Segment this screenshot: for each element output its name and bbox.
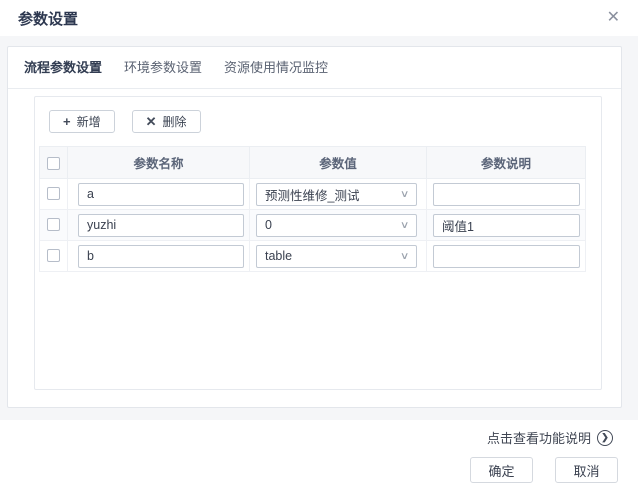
dialog-body: 流程参数设置 环境参数设置 资源使用情况监控 + 新增 ✕ 删除 xyxy=(0,36,638,420)
parameter-settings-dialog: 参数设置 ✕ 流程参数设置 环境参数设置 资源使用情况监控 + 新增 ✕ 删除 xyxy=(0,0,638,493)
column-header-value: 参数值 xyxy=(250,147,427,179)
select-all-checkbox[interactable] xyxy=(47,157,60,170)
add-button-label: 新增 xyxy=(77,113,101,130)
select-all-cell xyxy=(40,147,68,179)
param-name-input[interactable] xyxy=(78,214,244,237)
row-checkbox[interactable] xyxy=(47,218,60,231)
tab-process-params[interactable]: 流程参数设置 xyxy=(24,47,102,89)
param-name-input[interactable] xyxy=(78,183,244,206)
chevron-down-icon: ∨ xyxy=(400,251,410,262)
column-header-desc: 参数说明 xyxy=(427,147,586,179)
add-button[interactable]: + 新增 xyxy=(49,110,115,133)
tab-environment-params[interactable]: 环境参数设置 xyxy=(124,47,202,89)
dialog-header: 参数设置 ✕ xyxy=(0,0,638,36)
param-value-select[interactable]: table ∨ xyxy=(256,245,417,268)
table-toolbar: + 新增 ✕ 删除 xyxy=(49,110,586,133)
help-circle-arrow-icon: ❯ xyxy=(597,430,613,446)
plus-icon: + xyxy=(63,115,71,128)
parameters-card: + 新增 ✕ 删除 xyxy=(34,96,602,390)
row-checkbox[interactable] xyxy=(47,187,60,200)
row-checkbox[interactable] xyxy=(47,249,60,262)
dialog-footer: 点击查看功能说明 ❯ 确定 取消 xyxy=(0,420,638,493)
param-desc-input[interactable] xyxy=(433,245,580,268)
x-icon: ✕ xyxy=(146,115,157,128)
column-header-name: 参数名称 xyxy=(68,147,250,179)
chevron-down-icon: ∨ xyxy=(400,220,410,231)
help-link-label: 点击查看功能说明 xyxy=(487,428,591,447)
param-value-selected: 预测性维修_测试 xyxy=(265,185,359,204)
param-value-selected: table xyxy=(265,249,292,263)
param-value-select[interactable]: 预测性维修_测试 ∨ xyxy=(256,183,417,206)
table-header-row: 参数名称 参数值 参数说明 xyxy=(40,147,586,179)
delete-button[interactable]: ✕ 删除 xyxy=(132,110,201,133)
param-desc-input[interactable] xyxy=(433,214,580,237)
param-value-selected: 0 xyxy=(265,218,272,232)
tab-bar: 流程参数设置 环境参数设置 资源使用情况监控 xyxy=(8,47,621,89)
ok-button[interactable]: 确定 xyxy=(470,457,533,483)
table-row: 预测性维修_测试 ∨ xyxy=(40,179,586,210)
cancel-button[interactable]: 取消 xyxy=(555,457,618,483)
close-icon[interactable]: ✕ xyxy=(604,8,623,28)
chevron-down-icon: ∨ xyxy=(400,189,410,200)
table-row: 0 ∨ xyxy=(40,210,586,241)
param-name-input[interactable] xyxy=(78,245,244,268)
param-desc-input[interactable] xyxy=(433,183,580,206)
param-value-select[interactable]: 0 ∨ xyxy=(256,214,417,237)
table-row: table ∨ xyxy=(40,241,586,272)
settings-panel: 流程参数设置 环境参数设置 资源使用情况监控 + 新增 ✕ 删除 xyxy=(7,46,622,408)
footer-buttons: 确定 取消 xyxy=(470,457,618,483)
help-link[interactable]: 点击查看功能说明 ❯ xyxy=(487,428,613,447)
page-title: 参数设置 xyxy=(18,8,78,29)
tab-resource-monitor[interactable]: 资源使用情况监控 xyxy=(224,47,328,89)
delete-button-label: 删除 xyxy=(163,113,187,130)
parameters-table: 参数名称 参数值 参数说明 预测性维修_测试 ∨ xyxy=(39,146,586,272)
